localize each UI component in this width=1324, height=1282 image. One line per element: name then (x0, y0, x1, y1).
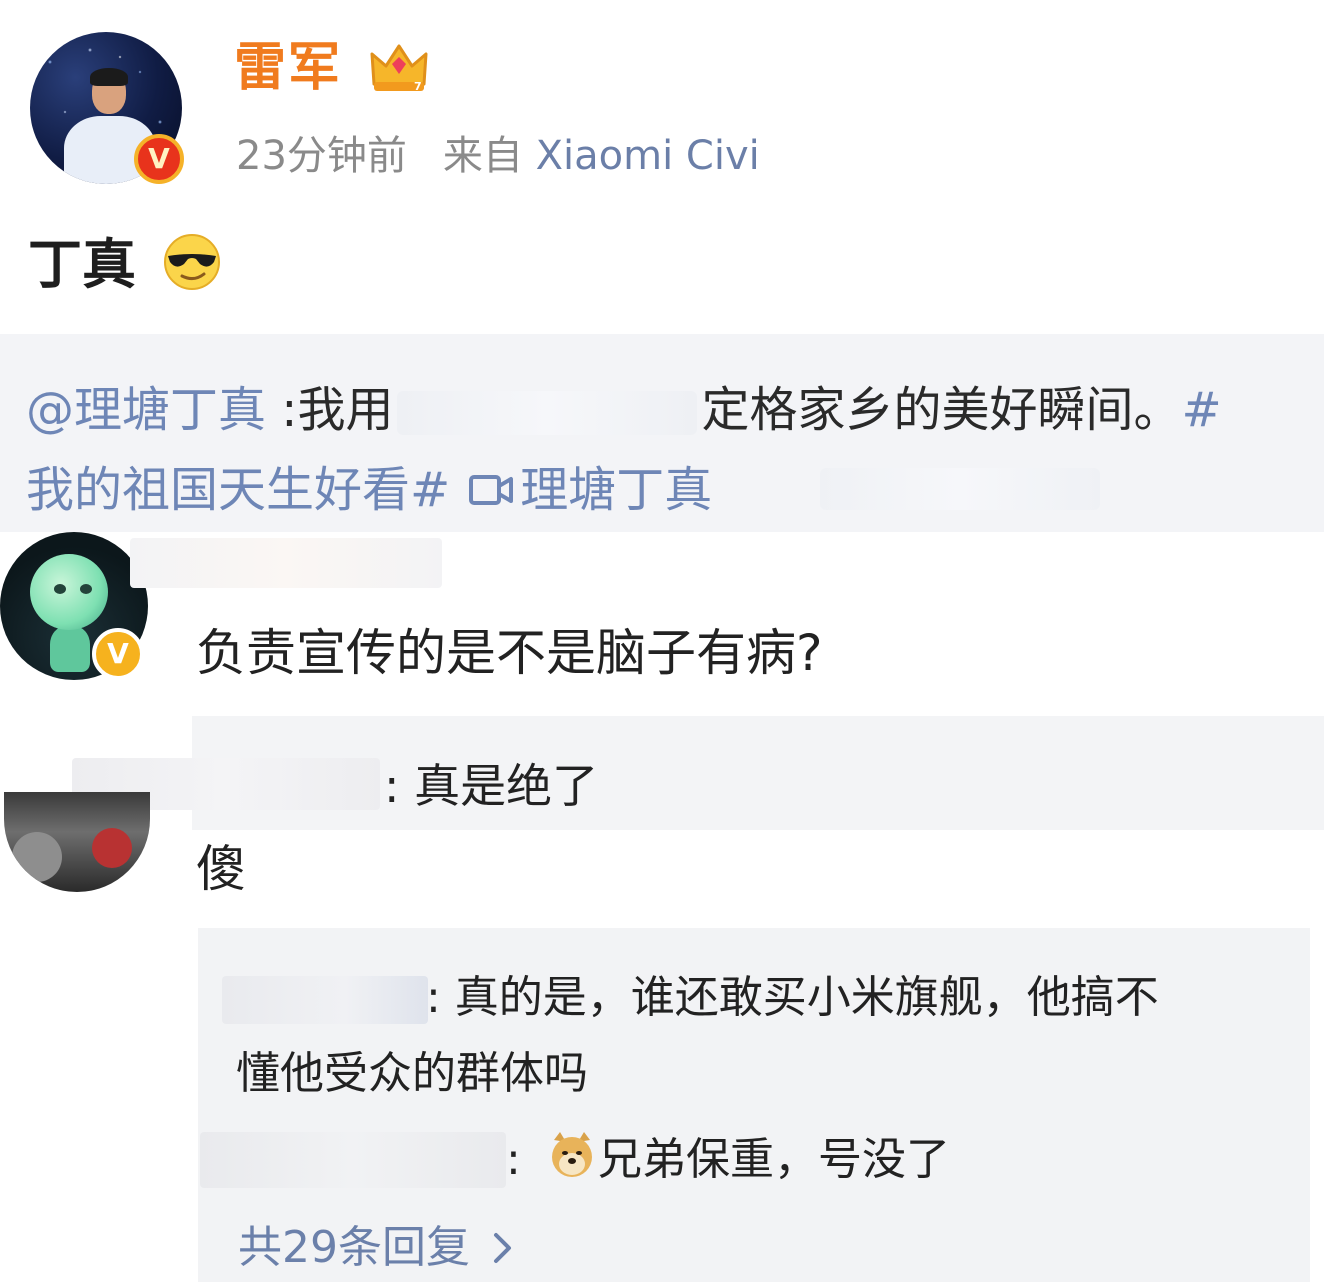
reply-colon: : (506, 1134, 521, 1185)
repost-prefix: :我用 (266, 382, 394, 438)
post-time: 23分钟前 (236, 133, 407, 179)
svg-text:7: 7 (414, 80, 422, 93)
reply-text: : 真的是，谁还敢买小米旗舰，他搞不 (426, 972, 1159, 1023)
verified-badge-icon: V (134, 134, 184, 184)
source-device[interactable]: Xiaomi Civi (536, 133, 760, 179)
reply-text-continued: 懂他受众的群体吗 (236, 1048, 588, 1099)
repost-mention-link[interactable]: @理塘丁真 (26, 382, 266, 438)
verified-badge-icon: V (92, 628, 144, 680)
blurred-region (397, 391, 698, 435)
chevron-right-icon[interactable] (492, 1231, 514, 1265)
reply-text: 兄弟保重，号没了 (598, 1134, 950, 1185)
repost-text-line2: 我的祖国天生好看# 理塘丁真 (26, 460, 712, 520)
video-link-label[interactable]: 理塘丁真 (520, 462, 712, 518)
blurred-username (222, 976, 428, 1024)
blurred-username (130, 538, 442, 588)
blurred-region (820, 468, 1100, 510)
post-meta: 23分钟前 来自 Xiaomi Civi (236, 128, 760, 184)
crown-level-icon[interactable]: 7 (368, 40, 430, 94)
more-replies-link[interactable]: 共29条回复 (238, 1218, 514, 1278)
source-prefix: 来自 (442, 133, 523, 179)
comment-text: 傻 (196, 840, 246, 898)
repost-suffix: 定格家乡的美好瞬间。 (701, 382, 1182, 438)
repost-text-line1: @理塘丁真 :我用 定格家乡的美好瞬间。# (26, 380, 1222, 440)
hashtag-start[interactable]: # (1181, 382, 1221, 438)
doge-emoji-icon (552, 1132, 592, 1177)
author-name[interactable]: 雷军 (234, 36, 342, 100)
hashtag-link[interactable]: 我的祖国天生好看# (26, 462, 450, 518)
comment-text: 负责宣传的是不是脑子有病? (196, 624, 823, 682)
post-text: 丁真 (28, 233, 136, 296)
commenter-avatar[interactable] (4, 792, 150, 892)
cool-sunglasses-emoji-icon (164, 234, 220, 290)
blurred-username (200, 1132, 506, 1188)
video-link-icon[interactable] (468, 470, 514, 510)
more-replies-label[interactable]: 共29条回复 (238, 1222, 470, 1273)
reply-text: : 真是绝了 (384, 759, 599, 813)
